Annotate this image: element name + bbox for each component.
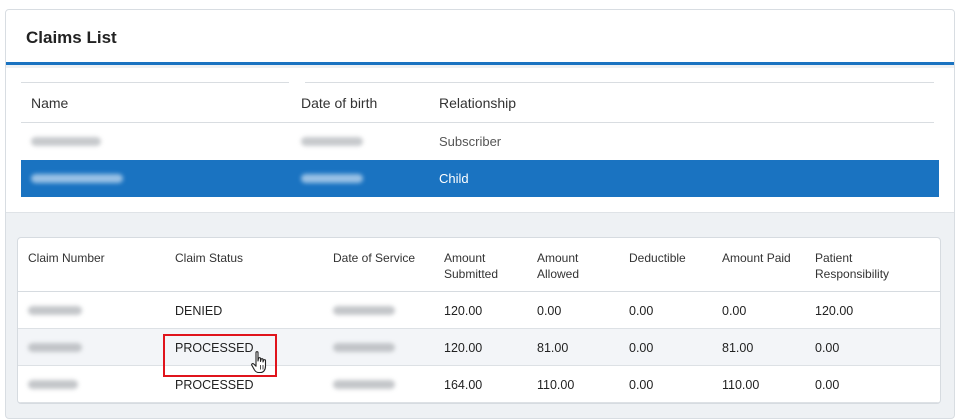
claim-number-redacted	[28, 304, 82, 318]
member-row-subscriber[interactable]: Subscriber	[21, 123, 939, 160]
deductible: 0.00	[629, 304, 654, 318]
member-relationship: Subscriber	[439, 134, 502, 149]
hand-pointer-icon	[251, 351, 267, 374]
members-table: Name Date of birth Relationship Subscrib…	[6, 68, 954, 213]
member-name-redacted	[31, 134, 101, 149]
column-header-claim-number: Claim Number	[28, 251, 105, 265]
page-title: Claims List	[26, 28, 117, 47]
claim-row[interactable]: DENIED 120.00 0.00 0.00 0.00 120.00	[18, 292, 940, 329]
column-header-date-of-service: Date of Service	[333, 251, 416, 265]
deductible: 0.00	[629, 341, 654, 355]
date-of-service-redacted	[333, 378, 395, 392]
claim-number-redacted	[28, 378, 78, 392]
amount-submitted: 164.00	[444, 378, 483, 392]
claim-status[interactable]: DENIED	[175, 304, 222, 318]
amount-allowed: 81.00	[537, 341, 569, 355]
patient-responsibility: 0.00	[815, 341, 840, 355]
column-header-patient-responsibility: Patient Responsibility	[815, 251, 890, 281]
amount-allowed: 0.00	[537, 304, 562, 318]
member-relationship: Child	[439, 171, 469, 186]
date-of-service-redacted	[333, 304, 395, 318]
panel-header: Claims List	[6, 10, 954, 65]
amount-allowed: 110.00	[537, 378, 575, 392]
column-header-name: Name	[31, 95, 69, 111]
claim-row[interactable]: PROCESSED 164.00 110.00 0.00 110.00 0.00	[18, 366, 940, 403]
column-header-dob: Date of birth	[301, 95, 378, 111]
member-dob-redacted	[301, 171, 363, 186]
amount-submitted: 120.00	[444, 304, 483, 318]
claim-status[interactable]: PROCESSED	[175, 378, 254, 392]
patient-responsibility: 0.00	[815, 378, 840, 392]
patient-responsibility: 120.00	[815, 304, 854, 318]
claim-number-redacted	[28, 341, 82, 355]
claims-list-panel: Claims List Name Date of birth Relations…	[5, 9, 955, 419]
column-header-claim-status: Claim Status	[175, 251, 244, 265]
column-header-deductible: Deductible	[629, 251, 686, 265]
claims-table-header: Claim Number Claim Status Date of Servic…	[18, 238, 940, 292]
member-row-child-selected[interactable]: Child	[21, 160, 939, 197]
member-name-redacted	[31, 171, 123, 186]
date-of-service-redacted	[333, 341, 395, 355]
column-header-amount-submitted: Amount Submitted	[444, 251, 499, 281]
members-table-header: Name Date of birth Relationship	[21, 82, 934, 123]
deductible: 0.00	[629, 378, 654, 392]
member-dob-redacted	[301, 134, 363, 149]
amount-submitted: 120.00	[444, 341, 483, 355]
column-header-amount-allowed: Amount Allowed	[537, 251, 580, 281]
claims-table: Claim Number Claim Status Date of Servic…	[17, 237, 941, 404]
claim-status[interactable]: PROCESSED	[175, 341, 254, 355]
claim-row[interactable]: PROCESSED 120.00 81.00 0.00 81.00 0.00	[18, 329, 940, 366]
amount-paid: 81.00	[722, 341, 754, 355]
amount-paid: 110.00	[722, 378, 760, 392]
amount-paid: 0.00	[722, 304, 747, 318]
header-divider-gap	[289, 82, 305, 84]
column-header-relationship: Relationship	[439, 95, 517, 111]
column-header-amount-paid: Amount Paid	[722, 251, 791, 265]
